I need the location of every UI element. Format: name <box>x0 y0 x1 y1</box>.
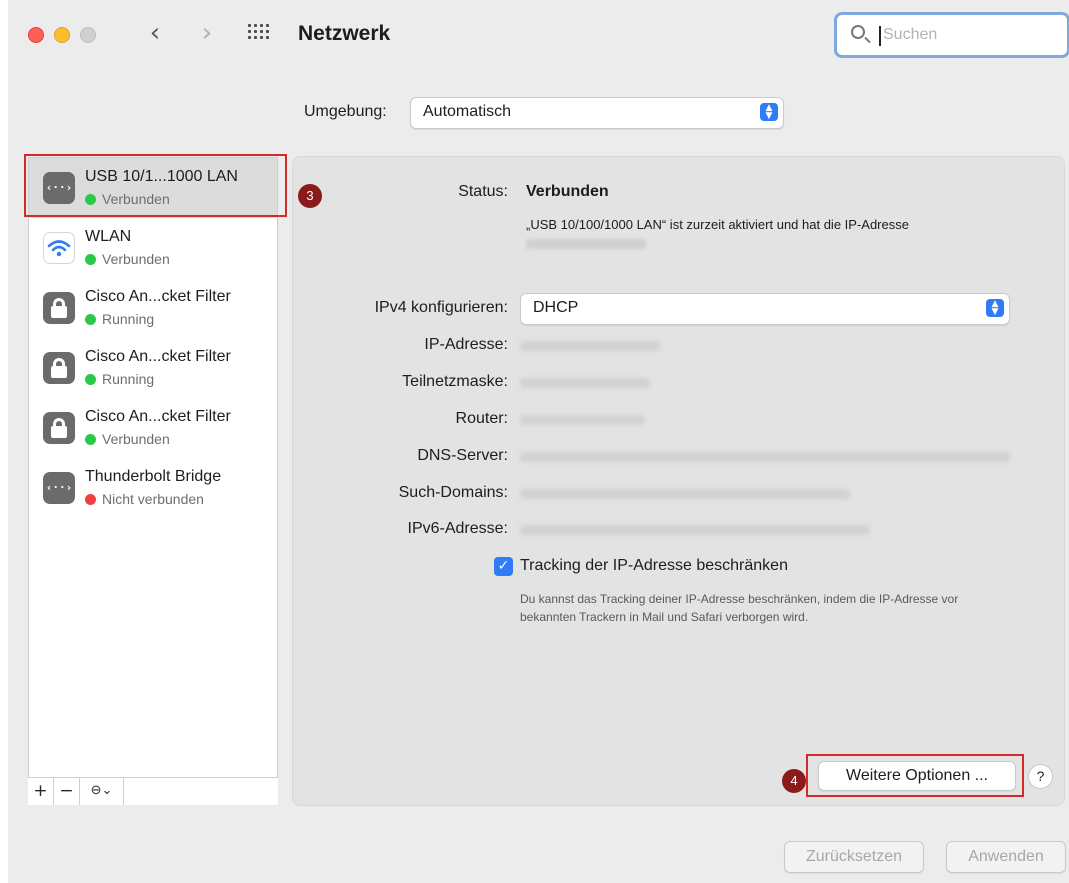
status-dot-icon <box>85 314 96 325</box>
step-badge-4: 4 <box>782 769 806 793</box>
redacted-search-domains <box>520 489 850 499</box>
ip-address-label: IP-Adresse: <box>424 336 508 353</box>
limit-ip-tracking-label[interactable]: Tracking der IP-Adresse beschränken <box>520 557 788 575</box>
ipv6-address-label: IPv6-Adresse: <box>407 520 508 537</box>
service-status: Verbunden <box>85 251 170 267</box>
redacted-dns-servers <box>520 452 1010 462</box>
service-item-cisco-1[interactable]: Cisco An...cket Filter Running <box>29 278 277 338</box>
service-actions-menu-button[interactable]: ⊖⌄ <box>80 778 124 805</box>
status-label: Status: <box>458 183 508 200</box>
status-dot-icon <box>85 374 96 385</box>
redacted-subnet-mask <box>520 378 650 388</box>
status-dot-icon <box>85 494 96 505</box>
step-badge-3: 3 <box>298 184 322 208</box>
service-name: Thunderbolt Bridge <box>85 468 222 485</box>
network-preferences-window: ‹ › Netzwerk Suchen Umgebung: Automatisc… <box>8 0 1069 883</box>
service-item-thunderbolt[interactable]: ‹··› Thunderbolt Bridge Nicht verbunden <box>29 458 277 518</box>
help-button[interactable]: ? <box>1028 764 1053 789</box>
text-cursor <box>879 26 881 46</box>
service-status: Nicht verbunden <box>85 491 204 507</box>
forward-button[interactable]: › <box>192 18 222 50</box>
search-field[interactable]: Suchen <box>834 12 1069 58</box>
close-window-button[interactable] <box>28 27 44 43</box>
status-value: Verbunden <box>526 183 609 200</box>
popup-arrows-icon: ▲ ▼ <box>760 103 778 121</box>
apply-button[interactable]: Anwenden <box>946 841 1066 873</box>
service-list-toolbar: + − ⊖⌄ <box>28 777 278 805</box>
wifi-icon <box>43 232 75 264</box>
redacted-ipv6-address <box>520 525 870 535</box>
subnet-mask-label: Teilnetzmaske: <box>402 373 508 390</box>
reset-button[interactable]: Zurücksetzen <box>784 841 924 873</box>
ipv4-config-popup[interactable]: DHCP ▲ ▼ <box>520 293 1010 325</box>
status-dot-icon <box>85 254 96 265</box>
service-name: Cisco An...cket Filter <box>85 348 231 365</box>
lock-icon <box>43 412 75 444</box>
location-popup[interactable]: Automatisch ▲ ▼ <box>410 97 784 129</box>
redacted-router <box>520 415 645 425</box>
service-item-wlan[interactable]: WLAN Verbunden <box>29 218 277 278</box>
highlight-box-more-options <box>806 754 1024 797</box>
back-button[interactable]: ‹ <box>140 18 170 50</box>
show-all-grid-icon[interactable] <box>248 24 270 44</box>
redacted-ip <box>526 238 646 249</box>
popup-arrows-icon: ▲ ▼ <box>986 299 1004 317</box>
add-service-button[interactable]: + <box>28 778 54 805</box>
status-description: „USB 10/100/1000 LAN“ ist zurzeit aktivi… <box>526 216 966 252</box>
service-list: ‹··› USB 10/1...1000 LAN Verbunden WLAN … <box>28 157 278 805</box>
service-name: WLAN <box>85 228 132 245</box>
zoom-window-button[interactable] <box>80 27 96 43</box>
service-status: Running <box>85 371 154 387</box>
service-status: Verbunden <box>85 431 170 447</box>
search-domains-label: Such-Domains: <box>398 484 508 501</box>
service-status: Running <box>85 311 154 327</box>
dns-server-label: DNS-Server: <box>417 447 508 464</box>
ipv4-config-label: IPv4 konfigurieren: <box>374 299 508 316</box>
location-label: Umgebung: <box>304 103 387 120</box>
minimize-window-button[interactable] <box>54 27 70 43</box>
ethernet-icon: ‹··› <box>43 472 75 504</box>
service-item-cisco-2[interactable]: Cisco An...cket Filter Running <box>29 338 277 398</box>
service-name: Cisco An...cket Filter <box>85 408 231 425</box>
service-name: Cisco An...cket Filter <box>85 288 231 305</box>
ipv4-config-value: DHCP <box>533 299 579 316</box>
service-item-cisco-3[interactable]: Cisco An...cket Filter Verbunden <box>29 398 277 458</box>
title-bar: ‹ › Netzwerk Suchen <box>8 0 1069 72</box>
lock-icon <box>43 292 75 324</box>
detail-pane <box>292 156 1065 806</box>
lock-icon <box>43 352 75 384</box>
remove-service-button[interactable]: − <box>54 778 80 805</box>
location-value: Automatisch <box>423 103 512 120</box>
router-label: Router: <box>455 410 508 427</box>
status-dot-icon <box>85 434 96 445</box>
limit-ip-tracking-checkbox[interactable]: ✓ <box>494 557 513 576</box>
search-icon <box>851 25 865 39</box>
redacted-ip-address <box>520 341 660 351</box>
highlight-box-service <box>24 154 287 217</box>
window-title: Netzwerk <box>298 22 391 45</box>
search-placeholder: Suchen <box>883 26 938 43</box>
limit-ip-tracking-description: Du kannst das Tracking deiner IP-Adresse… <box>520 592 959 624</box>
